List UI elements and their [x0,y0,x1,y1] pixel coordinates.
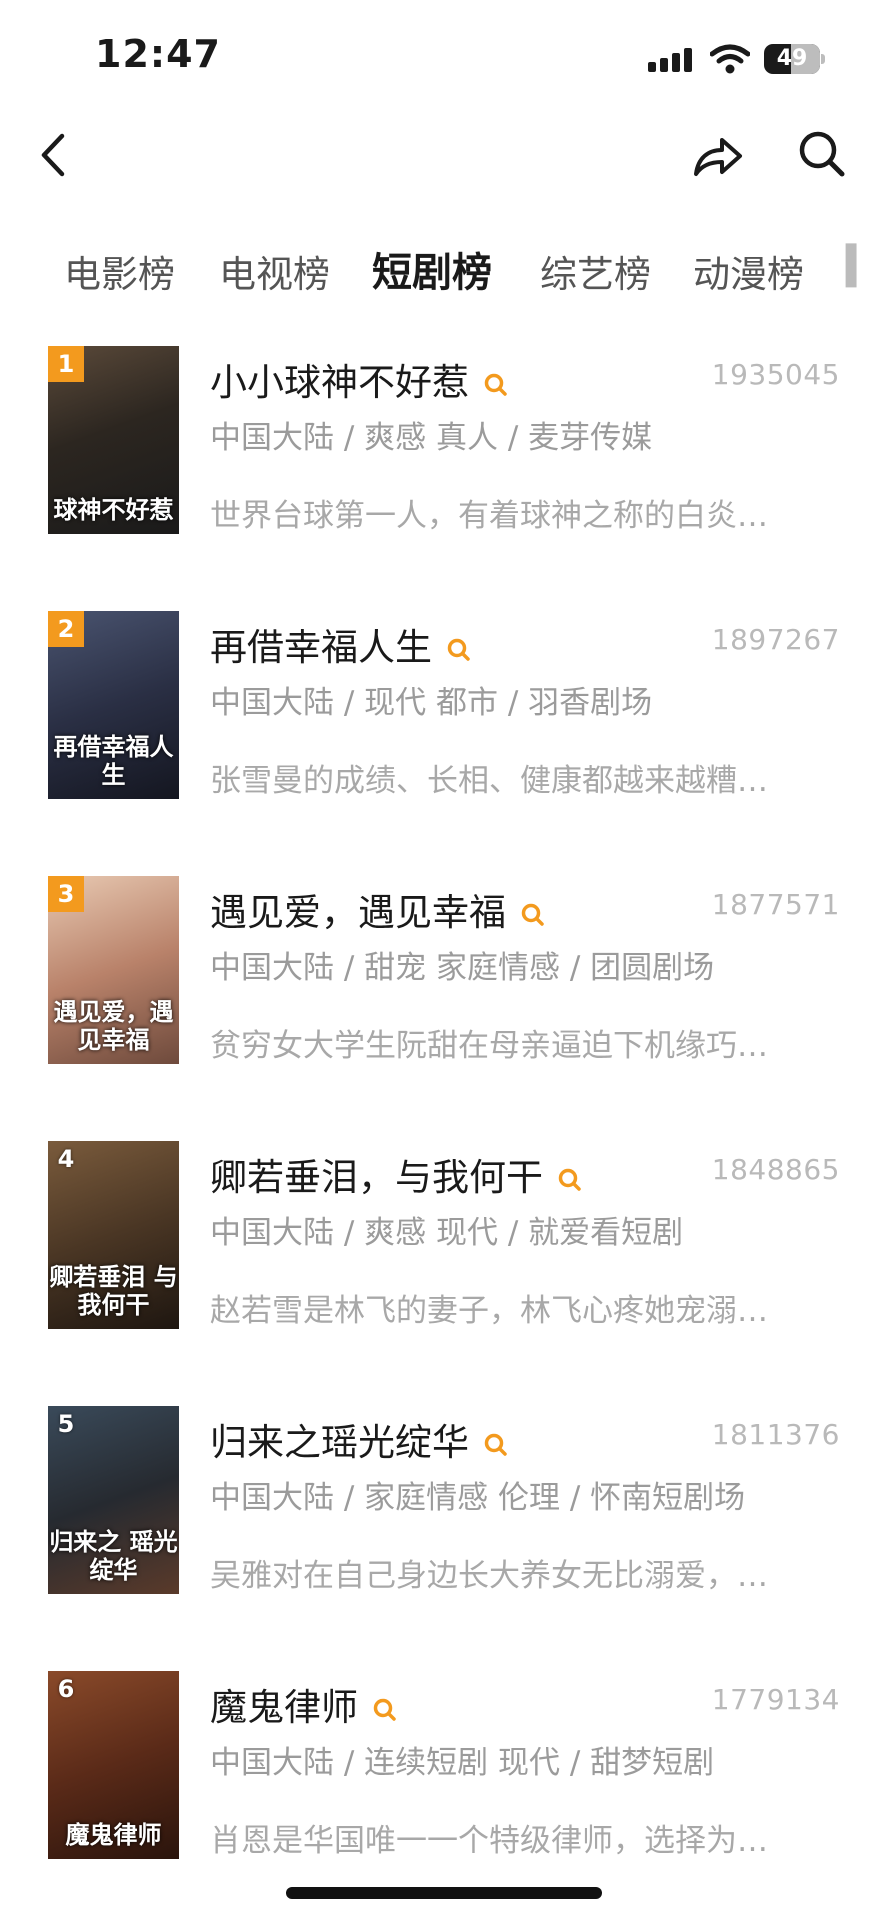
item-title: 魔鬼律师 [210,1686,358,1729]
nav-bar [0,110,888,220]
search-icon[interactable] [446,637,472,663]
item-title: 卿若垂泪，与我何干 [210,1156,543,1199]
item-title: 再借幸福人生 [210,626,432,669]
rank-badge: 3 [48,876,84,912]
poster-title: 球神不好惹 [53,495,174,524]
home-indicator[interactable] [286,1887,602,1899]
search-icon[interactable] [520,902,546,928]
status-bar: 12:47 49 [0,0,888,110]
item-title-row: 再借幸福人生 [210,617,472,671]
category-tabs: 电影榜 电视榜 短剧榜 综艺榜 动漫榜 ▍ [0,230,888,310]
item-title: 归来之瑶光绽华 [210,1421,469,1464]
rank-badge: 2 [48,611,84,647]
item-meta: 中国大陆 / 爽感 真人 / 麦芽传媒 [210,420,653,456]
tab-movies[interactable]: 电影榜 [64,244,175,298]
heat-score: 1897267 [711,623,840,656]
poster-title: 卿若垂泪 与我何干 [49,1262,178,1319]
battery-tip [821,54,825,64]
list-item[interactable]: 5 归来之 瑶光绽华 归来之瑶光绽华 1811376 中国大陆 / 家庭情感 伦… [0,1400,888,1630]
battery-body: 49 [764,44,820,74]
poster-image: 4 卿若垂泪 与我何干 [48,1141,179,1329]
share-arrow-icon[interactable] [690,128,746,184]
list-item[interactable]: 3 遇见爱，遇见幸福 遇见爱，遇见幸福 1877571 中国大陆 / 甜宠 家庭… [0,870,888,1100]
item-description: 肖恩是华国唯一一个特级律师，选择为… [210,1823,768,1859]
item-title-row: 魔鬼律师 [210,1677,398,1731]
item-description: 贫穷女大学生阮甜在母亲逼迫下机缘巧… [210,1028,768,1064]
item-description: 吴雅对在自己身边长大养女无比溺爱，… [210,1558,768,1594]
battery-indicator: 49 [764,44,826,74]
rank-badge: 1 [48,346,84,382]
heat-score: 1877571 [711,888,840,921]
item-meta: 中国大陆 / 连续短剧 现代 / 甜梦短剧 [210,1745,715,1781]
item-title-row: 小小球神不好惹 [210,352,509,406]
item-title: 遇见爱，遇见幸福 [210,891,506,934]
item-description: 世界台球第一人，有着球神之称的白炎… [210,498,768,534]
tab-tv[interactable]: 电视榜 [219,244,330,298]
item-title-row: 卿若垂泪，与我何干 [210,1147,583,1201]
wifi-icon [710,44,750,74]
search-icon[interactable] [796,128,848,180]
poster-title: 归来之 瑶光绽华 [49,1527,178,1584]
poster-title: 遇见爱，遇见幸福 [53,997,174,1054]
chevron-left-icon[interactable] [36,130,72,180]
search-icon[interactable] [483,1432,509,1458]
list-item[interactable]: 6 魔鬼律师 魔鬼律师 1779134 中国大陆 / 连续短剧 现代 / 甜梦短… [0,1665,888,1895]
list-item[interactable]: 2 再借幸福人生 再借幸福人生 1897267 中国大陆 / 现代 都市 / 羽… [0,605,888,835]
cellular-signal-icon [648,48,692,72]
tab-short-drama[interactable]: 短剧榜 [372,240,492,298]
poster-image: 1 球神不好惹 [48,346,179,534]
search-icon[interactable] [372,1697,398,1723]
tab-anime[interactable]: 动漫榜 [693,244,804,298]
tab-variety[interactable]: 综艺榜 [540,244,651,298]
list-item[interactable]: 4 卿若垂泪 与我何干 卿若垂泪，与我何干 1848865 中国大陆 / 爽感 … [0,1135,888,1365]
poster-image: 2 再借幸福人生 [48,611,179,799]
heat-score: 1811376 [711,1418,840,1451]
item-description: 张雪曼的成绩、长相、健康都越来越糟… [210,763,768,799]
heat-score: 1935045 [711,358,840,391]
poster-title: 再借幸福人生 [53,732,174,789]
status-time: 12:47 [95,32,221,76]
rank-badge: 5 [57,1410,75,1438]
poster-image: 6 魔鬼律师 [48,1671,179,1859]
item-meta: 中国大陆 / 家庭情感 伦理 / 怀南短剧场 [210,1480,746,1516]
item-title-row: 遇见爱，遇见幸福 [210,882,546,936]
item-description: 赵若雪是林飞的妻子，林飞心疼她宠溺… [210,1293,768,1329]
battery-percent: 49 [776,46,808,71]
item-meta: 中国大陆 / 甜宠 家庭情感 / 团圆剧场 [210,950,715,986]
poster-image: 3 遇见爱，遇见幸福 [48,876,179,1064]
poster-title: 魔鬼律师 [65,1820,162,1849]
tab-more-partial[interactable]: ▍ [846,244,874,287]
rank-badge: 4 [57,1145,75,1173]
search-icon[interactable] [557,1167,583,1193]
search-icon[interactable] [483,372,509,398]
poster-image: 5 归来之 瑶光绽华 [48,1406,179,1594]
item-meta: 中国大陆 / 现代 都市 / 羽香剧场 [210,685,653,721]
item-title-row: 归来之瑶光绽华 [210,1412,509,1466]
heat-score: 1779134 [711,1683,840,1716]
item-title: 小小球神不好惹 [210,361,469,404]
item-meta: 中国大陆 / 爽感 现代 / 就爱看短剧 [210,1215,684,1251]
heat-score: 1848865 [711,1153,840,1186]
list-item[interactable]: 1 球神不好惹 小小球神不好惹 1935045 中国大陆 / 爽感 真人 / 麦… [0,340,888,570]
rank-badge: 6 [57,1675,75,1703]
